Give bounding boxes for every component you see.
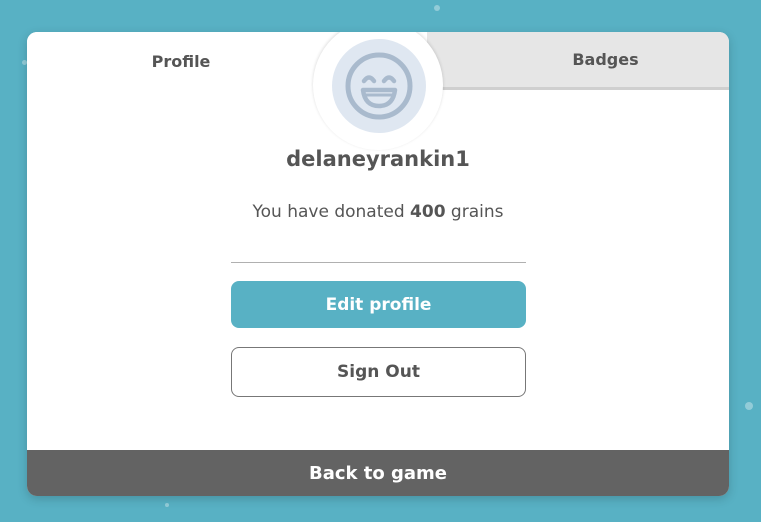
back-to-game-label: Back to game (308, 462, 447, 484)
smiley-face-icon (345, 52, 413, 120)
donation-prefix: You have donated (252, 202, 411, 222)
sign-out-button[interactable]: Sign Out (231, 347, 526, 397)
donation-summary: You have donated 400 grains (27, 202, 729, 222)
divider (231, 262, 526, 263)
tab-badges-label: Badges (572, 50, 639, 69)
background-dot (165, 503, 169, 507)
donation-amount: 400 (410, 202, 446, 222)
edit-profile-button[interactable]: Edit profile (231, 281, 526, 328)
tab-profile-label: Profile (151, 51, 211, 71)
back-to-game-button[interactable]: Back to game (27, 450, 729, 496)
tab-profile[interactable]: Profile (27, 32, 335, 90)
sign-out-label: Sign Out (337, 362, 420, 382)
edit-profile-label: Edit profile (325, 294, 432, 315)
donation-suffix: grains (445, 202, 504, 222)
background-dot (434, 5, 440, 11)
tab-badges[interactable]: Badges (427, 32, 729, 90)
avatar (332, 39, 426, 133)
profile-dialog: Badges Profile delaneyrankin1 You have d… (27, 32, 729, 496)
username: delaneyrankin1 (286, 147, 470, 171)
background-dot (745, 402, 753, 410)
